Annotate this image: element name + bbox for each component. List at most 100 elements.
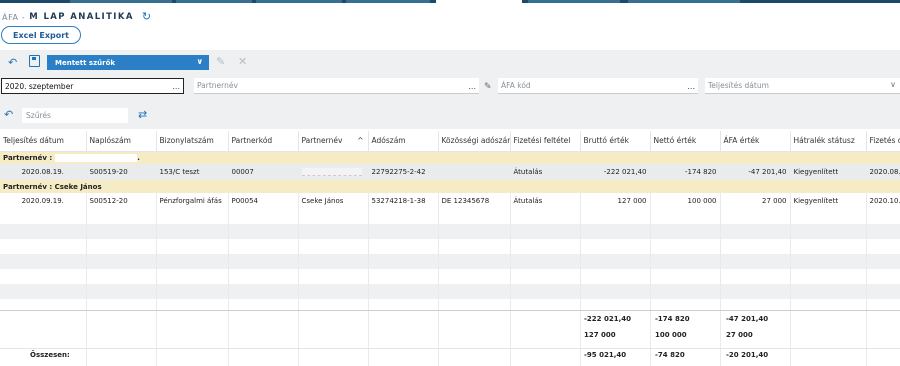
summary-afa-1: -47 201,40 <box>726 315 769 323</box>
table-row[interactable]: 2020.09.19. S00512-20 Pénzforgalmi áfás … <box>0 193 900 209</box>
vat-code-field[interactable]: ÁFA kód ... <box>498 78 698 94</box>
col-header[interactable]: ÁFA érték <box>720 131 791 152</box>
summary-netto-2: 100 000 <box>655 331 687 339</box>
partner-name-field[interactable]: Partnernév ... <box>194 78 479 94</box>
top-tab[interactable] <box>176 0 252 3</box>
empty-row <box>0 284 900 299</box>
excel-export-button[interactable]: Excel Export <box>1 26 81 44</box>
data-grid: Teljesítés dátum Naplószám Bizonylatszám… <box>0 131 900 314</box>
cell: S00519-20 <box>86 164 157 180</box>
col-header[interactable]: Közösségi adószám <box>438 131 511 152</box>
cell: Kiegyenlített <box>790 193 867 209</box>
cell: Átutalás <box>510 164 581 180</box>
empty-row <box>0 239 900 254</box>
cell: Kiegyenlített <box>790 164 867 180</box>
top-tab[interactable] <box>628 0 740 3</box>
table-row[interactable]: 2020.08.19. S00519-20 153/C teszt 00007 … <box>0 164 900 180</box>
undo-icon[interactable]: ↶ <box>8 57 17 68</box>
cell: 53274218-1-38 <box>368 193 439 209</box>
summary-afa-2: 27 000 <box>726 331 753 339</box>
top-tab-strip <box>0 0 900 3</box>
completion-date-placeholder: Teljesítés dátum <box>708 81 769 90</box>
group-row[interactable]: Partnernév :. <box>0 151 900 164</box>
edit-icon[interactable]: ✎ <box>484 82 492 93</box>
filter-toolbar: ↶ Mentett szűrők ∨ ✎ ✕ <box>0 50 900 75</box>
saved-filters-select[interactable]: Mentett szűrők ∨ <box>47 55 209 70</box>
cell: 127 000 <box>580 193 651 209</box>
col-header[interactable]: Hátralék státusz <box>790 131 867 152</box>
delete-icon[interactable]: ✕ <box>238 56 247 67</box>
partner-picker-dots[interactable]: ... <box>468 82 476 91</box>
cell: 2020.08.1 <box>866 164 900 180</box>
total-netto: -74 820 <box>655 351 685 359</box>
refresh-icon[interactable]: ↻ <box>142 11 151 22</box>
vat-code-picker-dots[interactable]: ... <box>687 82 695 91</box>
cell: P00054 <box>228 193 299 209</box>
summary-footer: -222 021,40 -174 820 -47 201,40 127 000 … <box>0 310 900 366</box>
col-header[interactable]: Adószám <box>368 131 439 152</box>
search-input[interactable]: Szűrés <box>22 108 128 123</box>
cell: Pénzforgalmi áfás <box>156 193 229 209</box>
redacted-partner-name <box>301 168 362 176</box>
group-row[interactable]: Partnernév : Cseke János <box>0 180 900 193</box>
col-header[interactable]: Bruttó érték <box>580 131 651 152</box>
col-header[interactable]: Teljesítés dátum <box>0 131 87 152</box>
top-tab[interactable] <box>256 0 342 3</box>
cell-redacted <box>298 164 369 180</box>
cell: 00007 <box>228 164 299 180</box>
partner-name-placeholder: Partnernév <box>197 81 238 90</box>
cell: S00512-20 <box>86 193 157 209</box>
cell: -222 021,40 <box>580 164 651 180</box>
total-label: Összesen: <box>30 351 70 359</box>
cell <box>438 164 511 180</box>
col-header[interactable]: Fizetés dátum <box>866 131 900 152</box>
period-picker-dots[interactable]: ... <box>172 82 180 91</box>
cell: 2020.08.19. <box>0 164 87 180</box>
cell: DE 12345678 <box>438 193 511 209</box>
empty-row <box>0 209 900 224</box>
title-text: M LAP ANALITIKA <box>29 12 134 22</box>
cell: 22792275-2-42 <box>368 164 439 180</box>
summary-brutto-2: 127 000 <box>584 331 616 339</box>
cell: 2020.10.1 <box>866 193 900 209</box>
vat-code-placeholder: ÁFA kód <box>501 81 531 90</box>
save-icon[interactable] <box>29 55 40 67</box>
empty-row <box>0 269 900 284</box>
col-header[interactable]: Nettó érték <box>650 131 721 152</box>
total-afa: -20 201,40 <box>726 351 769 359</box>
sort-asc-icon[interactable]: ^ <box>357 136 363 145</box>
cell: 100 000 <box>650 193 721 209</box>
top-tab[interactable] <box>528 0 620 3</box>
summary-brutto-1: -222 021,40 <box>584 315 631 323</box>
page-title: ÁFA - M LAP ANALITIKA ↻ <box>2 10 151 24</box>
period-field[interactable]: 2020. szeptember ... <box>1 78 184 94</box>
cell: 27 000 <box>720 193 791 209</box>
search-placeholder: Szűrés <box>26 111 51 120</box>
summary-netto-1: -174 820 <box>655 315 690 323</box>
cell: 153/C teszt <box>156 164 229 180</box>
saved-filters-label: Mentett szűrők <box>55 58 116 67</box>
cell: -47 201,40 <box>720 164 791 180</box>
swap-icon[interactable]: ⇄ <box>138 108 147 121</box>
cell: 2020.09.19. <box>0 193 87 209</box>
cell: -174 820 <box>650 164 721 180</box>
col-header[interactable]: Partnerkód <box>228 131 299 152</box>
col-header[interactable]: Naplószám <box>86 131 157 152</box>
group-label: Partnernév : Cseke János <box>0 180 900 193</box>
redacted-partner-name <box>55 153 138 162</box>
group-label: Partnernév :. <box>0 151 900 164</box>
top-tab[interactable] <box>70 0 172 3</box>
undo-icon[interactable]: ↶ <box>4 109 13 120</box>
top-tab-active[interactable] <box>436 0 522 3</box>
col-header-partner-name[interactable]: Partnernév ^ <box>298 131 369 152</box>
top-tab[interactable] <box>346 0 430 3</box>
chevron-down-icon: ∨ <box>890 80 896 89</box>
title-prefix: ÁFA - <box>2 12 26 22</box>
edit-icon[interactable]: ✎ <box>216 56 225 67</box>
col-header[interactable]: Bizonylatszám <box>156 131 229 152</box>
completion-date-field[interactable]: Teljesítés dátum ∨ <box>705 78 900 94</box>
col-header-label: Partnernév <box>301 136 343 146</box>
filter-fields-row: 2020. szeptember ... Partnernév ... ✎ ÁF… <box>0 75 900 99</box>
cell: Átutalás <box>510 193 581 209</box>
col-header[interactable]: Fizetési feltétel <box>510 131 581 152</box>
